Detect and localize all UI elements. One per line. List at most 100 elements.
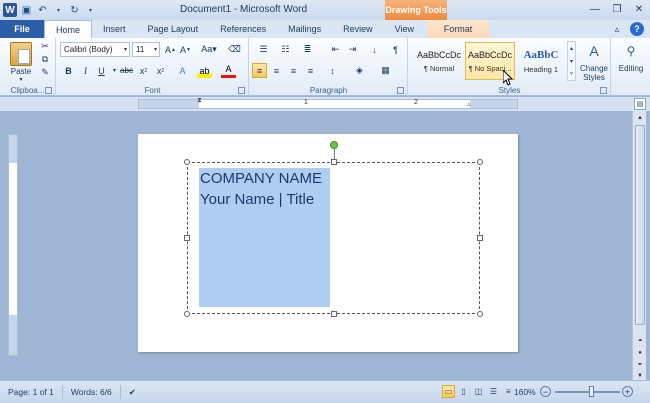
editing-button[interactable]: ⚲ Editing — [614, 40, 648, 73]
vertical-ruler[interactable] — [8, 134, 18, 356]
paste-button[interactable]: Paste ▾ — [6, 42, 36, 83]
font-size-combo[interactable]: 11 ▾ — [132, 42, 160, 57]
bullets-icon[interactable]: ☰ — [256, 42, 271, 57]
tab-mailings[interactable]: Mailings — [277, 20, 332, 38]
decrease-indent-icon[interactable]: ⇤ — [328, 42, 343, 57]
zoom-slider[interactable] — [555, 391, 620, 393]
resize-handle[interactable] — [184, 235, 190, 241]
paste-dropdown-icon: ▾ — [19, 77, 23, 83]
tab-view[interactable]: View — [384, 20, 425, 38]
scroll-up-icon[interactable]: ▲ — [635, 113, 645, 123]
print-layout-icon[interactable]: ▭ — [442, 385, 455, 398]
align-right-button[interactable]: ≡ — [286, 63, 301, 78]
minimize-icon[interactable]: — — [588, 2, 602, 16]
clear-formatting-icon[interactable]: ⌫ — [227, 42, 242, 57]
indent-marker-icon[interactable]: ⧗ — [197, 97, 203, 104]
proofing-icon[interactable]: ✔ — [121, 385, 144, 399]
customize-qat-icon[interactable]: ▾ — [84, 4, 97, 17]
styles-launcher-icon[interactable] — [600, 87, 607, 94]
font-launcher-icon[interactable] — [238, 87, 245, 94]
resize-handle[interactable] — [184, 311, 190, 317]
align-left-button[interactable]: ≡ — [252, 63, 267, 78]
highlight-icon[interactable]: ab — [197, 63, 212, 78]
save-icon[interactable]: ▣ — [20, 4, 33, 17]
resize-handle[interactable] — [331, 311, 337, 317]
subscript-button[interactable]: x2 — [136, 63, 151, 78]
outline-icon[interactable]: ☰ — [487, 385, 500, 398]
previous-page-icon[interactable]: ⏶ — [635, 336, 645, 346]
zoom-out-icon[interactable]: − — [540, 386, 551, 397]
resize-handle[interactable] — [184, 159, 190, 165]
resize-handle[interactable] — [477, 235, 483, 241]
multilevel-list-icon[interactable]: ≣ — [300, 42, 315, 57]
borders-icon[interactable]: ▦ — [378, 63, 393, 78]
font-name-combo[interactable]: Calibri (Body) ▾ — [60, 42, 130, 57]
style-normal[interactable]: AaBbCcDc ¶ Normal — [414, 42, 464, 80]
browse-object-icon[interactable]: ● — [635, 348, 645, 358]
zoom-level[interactable]: 160% — [514, 387, 536, 397]
word-logo-icon[interactable]: W — [3, 3, 17, 17]
zoom-slider-thumb[interactable] — [589, 386, 594, 397]
next-page-icon[interactable]: ⏷ — [635, 360, 645, 370]
line-spacing-icon[interactable]: ↕ — [325, 63, 340, 78]
strikethrough-button[interactable]: abc — [119, 63, 134, 78]
paragraph-launcher-icon[interactable] — [397, 87, 404, 94]
full-screen-reading-icon[interactable]: ▯ — [457, 385, 470, 398]
resize-handle[interactable] — [477, 311, 483, 317]
chevron-down-icon[interactable]: ▾ — [568, 55, 575, 68]
word-count[interactable]: Words: 6/6 — [63, 385, 121, 399]
change-styles-button[interactable]: A Change Styles — [578, 40, 610, 82]
restore-icon[interactable]: ❐ — [610, 2, 624, 16]
copy-icon[interactable]: ⧉ — [40, 54, 50, 64]
name-title-text[interactable]: Your Name | Title — [200, 191, 314, 208]
vertical-scrollbar[interactable]: ▲ ⏶ ● ⏷ ▼ — [632, 111, 646, 380]
rotate-handle[interactable] — [330, 141, 338, 149]
view-ruler-icon[interactable]: ▤ — [634, 98, 646, 110]
web-layout-icon[interactable]: ◫ — [472, 385, 485, 398]
undo-dropdown-icon[interactable]: ▾ — [52, 4, 65, 17]
close-icon[interactable]: ✕ — [632, 2, 646, 16]
tab-file[interactable]: File — [0, 20, 44, 38]
horizontal-ruler[interactable]: ⧗ 1 2 ▵ — [138, 97, 518, 109]
right-indent-marker-icon[interactable]: ▵ — [467, 100, 473, 108]
increase-indent-icon[interactable]: ⇥ — [345, 42, 360, 57]
shrink-font-icon[interactable]: A ▼ — [178, 42, 193, 57]
paragraph-group-label: Paragraph — [309, 86, 348, 95]
clipboard-launcher-icon[interactable] — [45, 87, 52, 94]
tab-review[interactable]: Review — [332, 20, 384, 38]
scroll-thumb[interactable] — [635, 125, 645, 325]
company-name-text[interactable]: COMPANY NAME — [200, 170, 322, 187]
tab-references[interactable]: References — [209, 20, 277, 38]
change-case-icon[interactable]: Aa▾ — [199, 42, 219, 57]
show-formatting-icon[interactable]: ¶ — [388, 42, 403, 57]
numbering-icon[interactable]: ☷ — [278, 42, 293, 57]
repeat-icon[interactable]: ↻ — [68, 4, 81, 17]
bold-button[interactable]: B — [61, 63, 76, 78]
help-icon[interactable]: ? — [630, 22, 644, 36]
italic-button[interactable]: I — [78, 63, 93, 78]
superscript-button[interactable]: x2 — [153, 63, 168, 78]
align-center-button[interactable]: ≡ — [269, 63, 284, 78]
tab-home[interactable]: Home — [44, 20, 93, 38]
cut-icon[interactable]: ✂ — [40, 41, 50, 51]
text-effects-icon[interactable]: A — [175, 63, 190, 78]
zoom-in-icon[interactable]: + — [622, 386, 633, 397]
style-heading-1[interactable]: AaBbC Heading 1 — [516, 42, 566, 80]
resize-handle[interactable] — [331, 159, 337, 165]
format-painter-icon[interactable]: ✎ — [40, 67, 50, 77]
grow-font-icon[interactable]: A ▲ — [163, 42, 178, 57]
minimize-ribbon-icon[interactable]: ▵ — [610, 22, 624, 36]
tab-page-layout[interactable]: Page Layout — [137, 20, 210, 38]
tab-insert[interactable]: Insert — [92, 20, 137, 38]
tab-format[interactable]: Format — [427, 20, 489, 38]
justify-button[interactable]: ≡ — [303, 63, 318, 78]
shading-icon[interactable]: ◈ — [352, 63, 367, 78]
sort-icon[interactable]: ↓ — [367, 42, 382, 57]
more-icon[interactable]: ▿ — [568, 67, 575, 80]
undo-icon[interactable]: ↶ — [36, 4, 49, 17]
styles-gallery-scroll[interactable]: ▴ ▾ ▿ — [567, 41, 576, 81]
resize-handle[interactable] — [477, 159, 483, 165]
chevron-up-icon[interactable]: ▴ — [568, 42, 575, 55]
font-color-icon[interactable]: A — [221, 63, 236, 78]
page-count[interactable]: Page: 1 of 1 — [0, 385, 63, 399]
